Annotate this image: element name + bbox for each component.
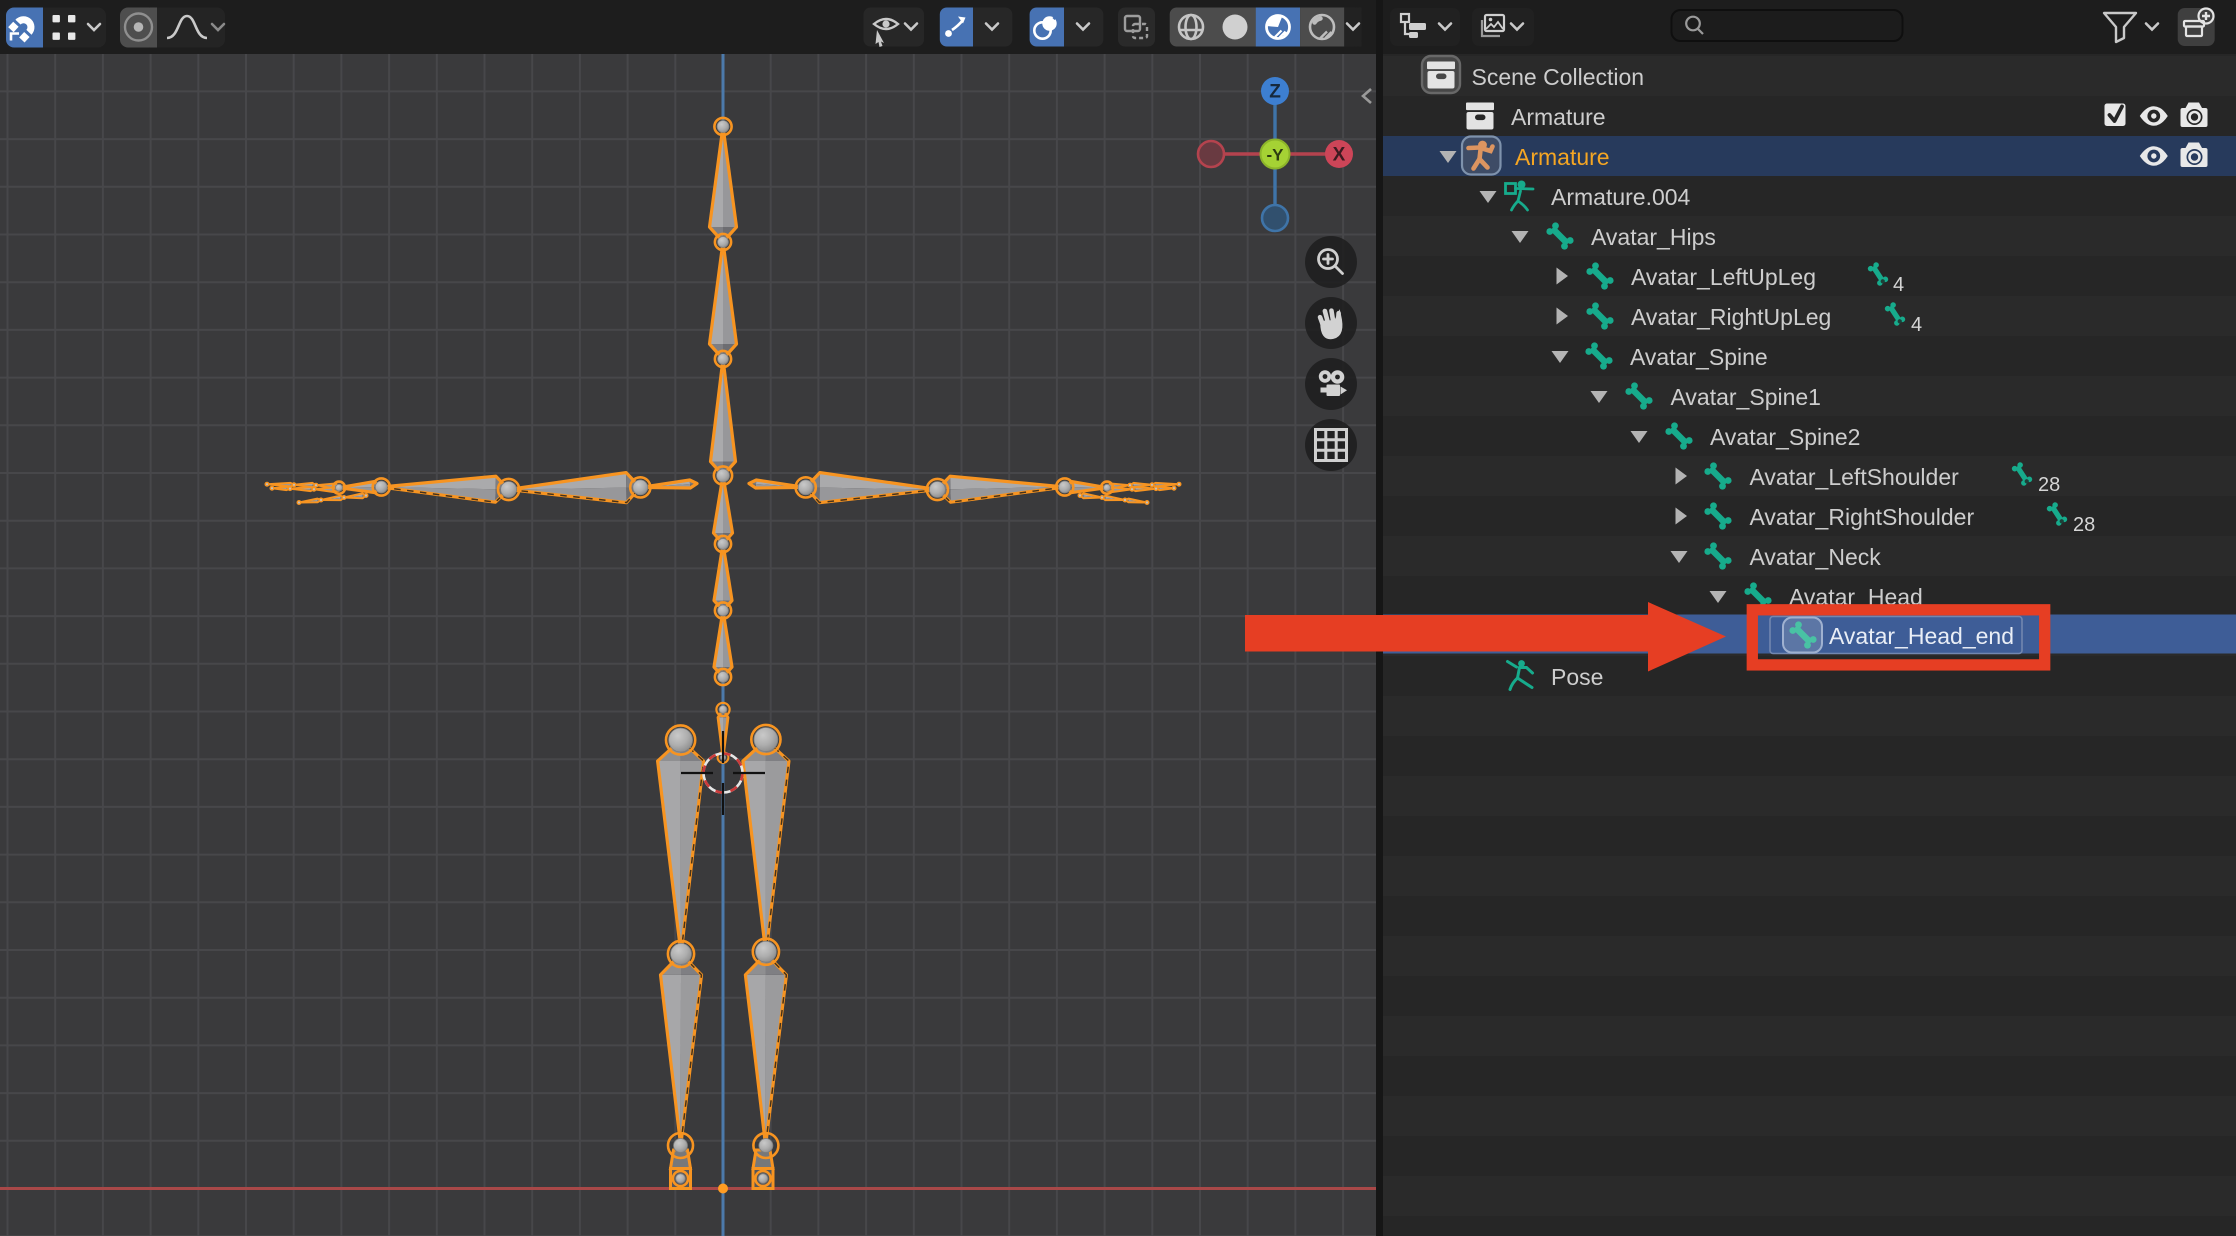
svg-text:Avatar_Hips: Avatar_Hips: [1591, 224, 1716, 250]
svg-text:28: 28: [2038, 474, 2060, 496]
svg-text:Pose: Pose: [1551, 664, 1603, 690]
svg-text:Avatar_Spine: Avatar_Spine: [1630, 344, 1768, 370]
svg-text:4: 4: [1911, 314, 1922, 336]
svg-text:Scene Collection: Scene Collection: [1472, 64, 1645, 90]
svg-text:Armature: Armature: [1511, 104, 1606, 130]
svg-text:Avatar_RightUpLeg: Avatar_RightUpLeg: [1631, 304, 1831, 330]
svg-text:Avatar_Spine2: Avatar_Spine2: [1710, 424, 1860, 450]
svg-text:Z: Z: [1269, 82, 1281, 103]
svg-text:Avatar_LeftShoulder: Avatar_LeftShoulder: [1750, 464, 1960, 490]
svg-text:Armature.004: Armature.004: [1551, 184, 1691, 210]
svg-text:28: 28: [2073, 514, 2095, 536]
svg-text:4: 4: [1893, 274, 1904, 296]
svg-text:Armature: Armature: [1515, 144, 1610, 170]
svg-text:X: X: [1333, 145, 1346, 166]
svg-text:Avatar_RightShoulder: Avatar_RightShoulder: [1750, 504, 1975, 530]
svg-text:Avatar_Neck: Avatar_Neck: [1750, 544, 1882, 570]
svg-text:Avatar_Spine1: Avatar_Spine1: [1671, 384, 1821, 410]
svg-text:Avatar_Head_end: Avatar_Head_end: [1829, 623, 2014, 649]
svg-text:Avatar_LeftUpLeg: Avatar_LeftUpLeg: [1631, 264, 1816, 290]
svg-text:-Y: -Y: [1267, 146, 1285, 165]
